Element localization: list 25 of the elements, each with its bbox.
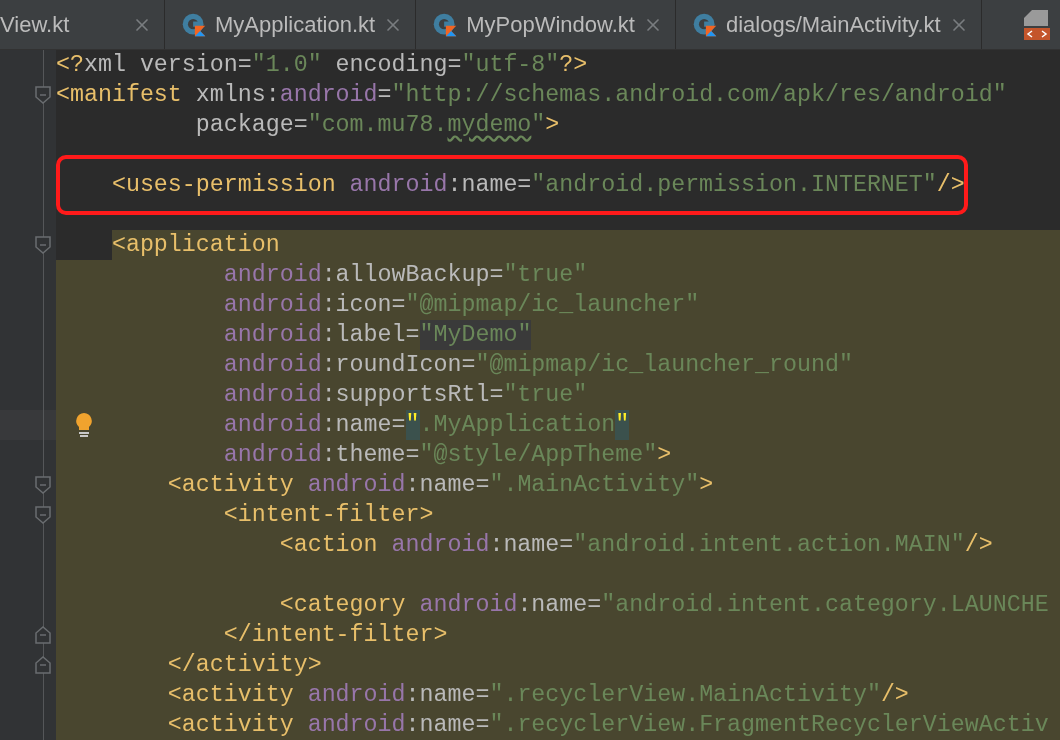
code-line: android:theme="@style/AppTheme"> [222, 441, 672, 470]
code-line: <uses-permission android:name="android.permission.INTERNET"/> [110, 171, 965, 200]
tab-label: MyPopWindow.kt [466, 11, 635, 39]
tab-label: View.kt [0, 11, 70, 39]
code-line: <intent-filter> [222, 501, 434, 530]
code-line: <manifest xmlns:android="http://schemas.android.com/apk/res/android" [56, 81, 1007, 110]
code-line: <category android:name="android.intent.category.LAUNCHE [278, 591, 1049, 620]
code-line: <action android:name="android.intent.action.MAIN"/> [278, 531, 993, 560]
code-line: </activity> [166, 651, 322, 680]
code-line: android:icon="@mipmap/ic_launcher" [222, 291, 700, 320]
code-line: <?xml version="1.0" encoding="utf-8"?> [56, 51, 588, 80]
code-line: <activity android:name=".recyclerView.MainActivity"/> [166, 681, 909, 710]
code-line: <activity android:name=".MainActivity"> [166, 471, 714, 500]
code-line: android:supportsRtl="true" [222, 381, 588, 410]
code-line: package="com.mu78.mydemo"> [194, 111, 560, 140]
editor-tab[interactable]: View.kt [0, 0, 165, 49]
code-line: android:label="MyDemo" [222, 320, 532, 350]
code-line: android:roundIcon="@mipmap/ic_launcher_round" [222, 351, 853, 380]
code-line: </intent-filter> [222, 621, 448, 650]
code-line: <application [56, 230, 280, 260]
tab-label: MyApplication.kt [215, 11, 376, 39]
tab-label: dialogs/MainActivity.kt [725, 11, 941, 39]
code-line: android:allowBackup="true" [222, 261, 588, 290]
code-line: <activity android:name=".recyclerView.FragmentRecyclerViewActiv [166, 711, 1049, 740]
code-line: android:name=".MyApplication" [222, 410, 630, 440]
